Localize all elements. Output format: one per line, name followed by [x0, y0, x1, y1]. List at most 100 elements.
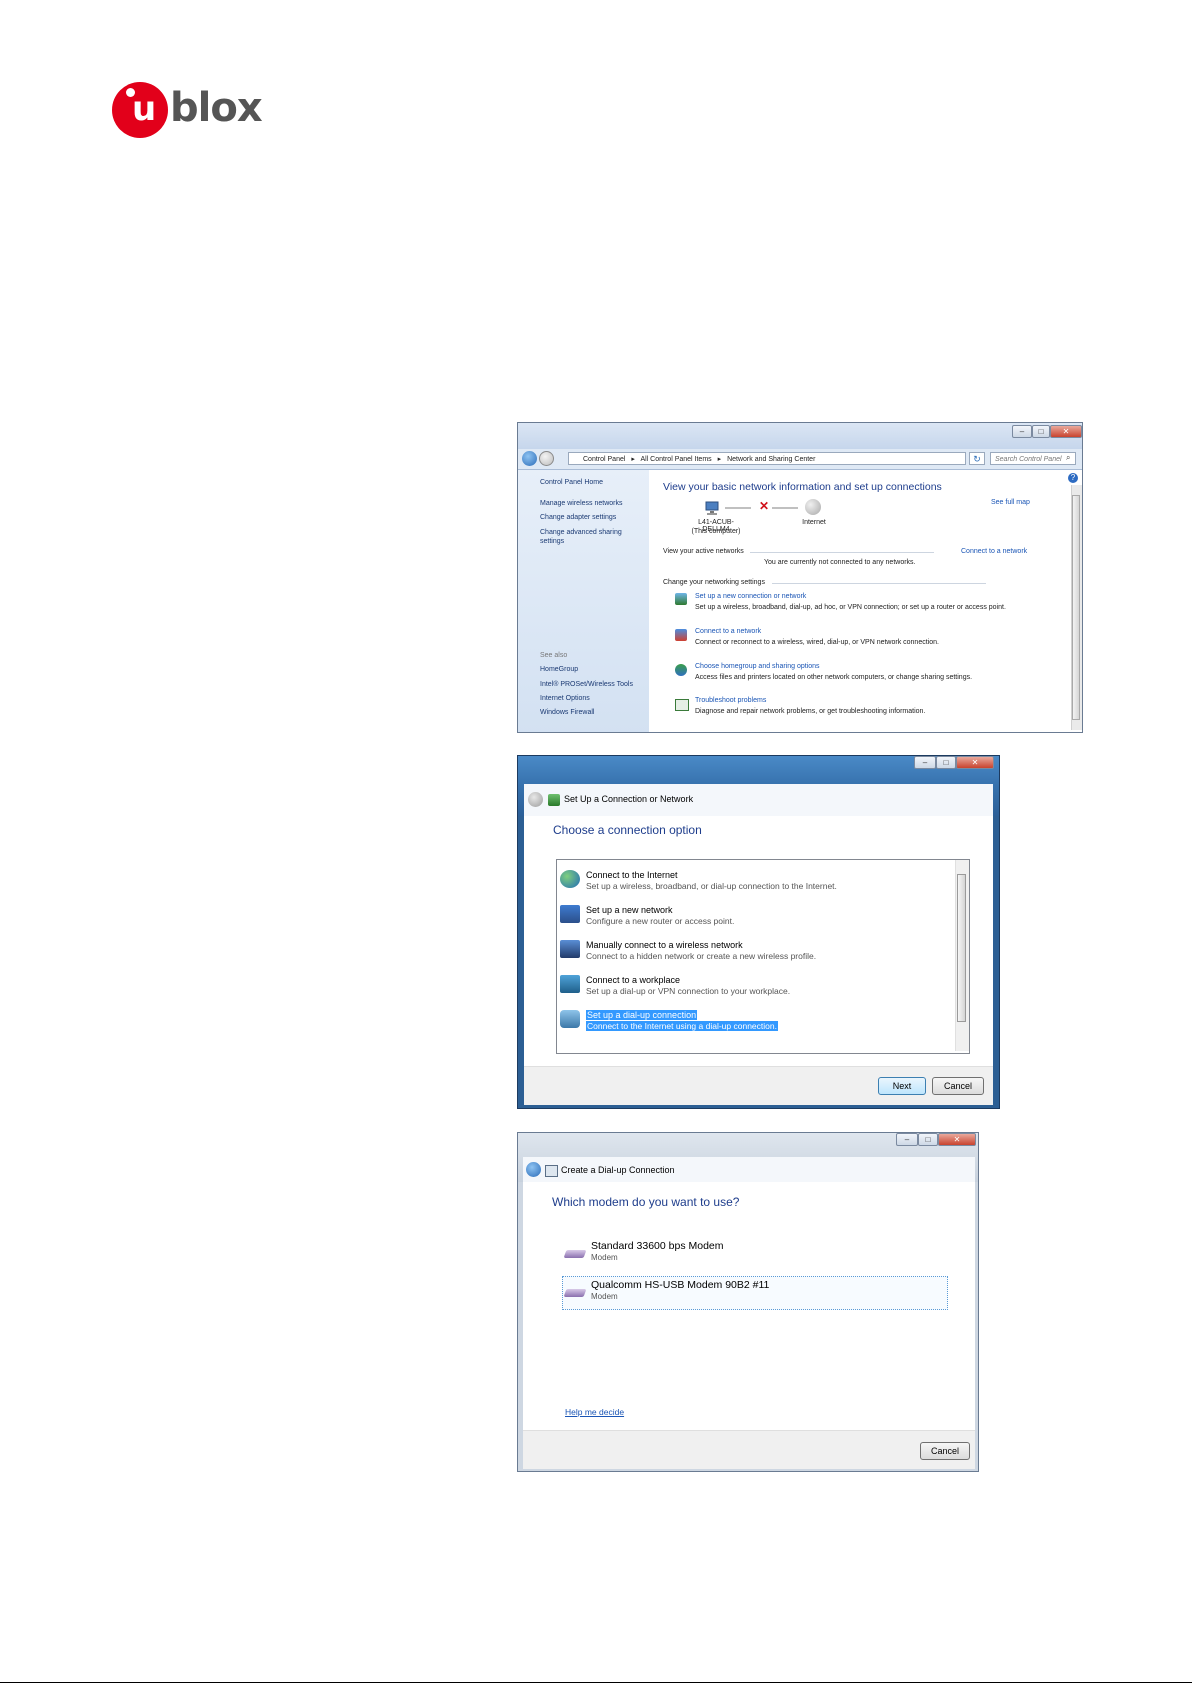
footer — [523, 1430, 975, 1469]
internet-label: Internet — [802, 519, 826, 526]
window-title: Create a Dial-up Connection — [561, 1165, 675, 1175]
window-title: Set Up a Connection or Network — [564, 794, 694, 804]
disconnected-x-icon: ✕ — [759, 499, 770, 513]
computer-sub: (This computer) — [691, 528, 741, 535]
see-also-homegroup[interactable]: HomeGroup — [540, 666, 578, 673]
modem-qualcomm-type[interactable]: Modem — [591, 1292, 618, 1301]
scrollbar-thumb[interactable] — [957, 874, 966, 1022]
back-icon[interactable] — [522, 451, 537, 466]
option-connect-internet-desc[interactable]: Set up a wireless, broadband, or dial-up… — [586, 881, 837, 891]
page-title: View your basic network information and … — [663, 481, 942, 493]
wizard-heading: Which modem do you want to use? — [552, 1195, 740, 1209]
ublox-logo: u blox — [112, 82, 263, 138]
see-also-internet-options[interactable]: Internet Options — [540, 695, 590, 702]
refresh-icon[interactable]: ↻ — [969, 452, 985, 465]
task-new-connection-link[interactable]: Set up a new connection or network — [695, 593, 806, 600]
new-connection-icon — [675, 593, 687, 605]
see-also-firewall[interactable]: Windows Firewall — [540, 709, 594, 716]
option-manual-wireless-desc[interactable]: Connect to a hidden network or create a … — [586, 951, 816, 961]
page-footer-rule — [0, 1682, 1192, 1683]
crumb-1[interactable]: Control Panel — [583, 456, 625, 463]
connect-to-network-link[interactable]: Connect to a network — [961, 548, 1027, 555]
wizard-heading: Choose a connection option — [553, 823, 702, 837]
close-button[interactable]: ✕ — [1050, 425, 1082, 438]
search-input[interactable]: Search Control Panel — [990, 452, 1076, 465]
link-line-left — [725, 507, 751, 509]
option-manual-wireless-title[interactable]: Manually connect to a wireless network — [586, 940, 743, 950]
connection-options-list: Connect to the Internet Set up a wireles… — [556, 859, 970, 1054]
internet-globe-icon — [560, 870, 580, 888]
option-new-network-title[interactable]: Set up a new network — [586, 905, 673, 915]
crumb-sep-icon: ▸ — [717, 456, 722, 463]
option-new-network-desc[interactable]: Configure a new router or access point. — [586, 916, 734, 926]
option-workplace-desc[interactable]: Set up a dial-up or VPN connection to yo… — [586, 986, 790, 996]
option-workplace-title[interactable]: Connect to a workplace — [586, 975, 680, 985]
cancel-button[interactable]: Cancel — [920, 1442, 970, 1460]
crumb-2[interactable]: All Control Panel Items — [640, 456, 711, 463]
option-connect-internet-title[interactable]: Connect to the Internet — [586, 870, 678, 880]
maximize-button[interactable]: □ — [918, 1133, 938, 1146]
troubleshoot-icon — [675, 699, 689, 711]
dialup-window-icon — [545, 1165, 558, 1177]
modem-qualcomm-name[interactable]: Qualcomm HS-USB Modem 90B2 #11 — [591, 1279, 769, 1291]
sidebar-link-advanced-sharing[interactable]: Change advanced sharing settings — [540, 528, 638, 546]
forward-icon[interactable] — [539, 451, 554, 466]
modem-icon — [563, 1250, 587, 1258]
crumb-3[interactable]: Network and Sharing Center — [727, 456, 815, 463]
minimize-button[interactable]: – — [896, 1133, 918, 1146]
network-sharing-center-window: – □ ✕ Control Panel ▸ All Control Panel … — [517, 422, 1083, 733]
logo-text: blox — [170, 85, 263, 131]
see-also-label: See also — [540, 652, 568, 659]
task-troubleshoot-desc: Diagnose and repair network problems, or… — [695, 708, 926, 715]
task-troubleshoot-link[interactable]: Troubleshoot problems — [695, 697, 766, 704]
maximize-button[interactable]: □ — [936, 756, 956, 769]
connect-network-icon — [675, 629, 687, 641]
active-networks-label: View your active networks — [663, 548, 744, 555]
crumb-sep-icon: ▸ — [631, 456, 635, 463]
titlebar: – □ ✕ — [518, 423, 1082, 449]
sidebar-link-wireless[interactable]: Manage wireless networks — [540, 500, 622, 507]
minimize-button[interactable]: – — [1012, 425, 1032, 438]
search-icon[interactable]: ⌕ — [1066, 453, 1070, 463]
modem-standard-type[interactable]: Modem — [591, 1253, 618, 1262]
control-panel-home-link[interactable]: Control Panel Home — [540, 479, 603, 486]
task-connect-network-desc: Connect or reconnect to a wireless, wire… — [695, 639, 939, 646]
help-icon[interactable]: ? — [1068, 473, 1078, 483]
modem-icon — [563, 1289, 587, 1297]
address-box[interactable]: Control Panel ▸ All Control Panel Items … — [568, 452, 966, 465]
internet-globe-icon — [805, 499, 821, 515]
divider — [772, 583, 986, 584]
see-also-proset[interactable]: Intel® PROSet/Wireless Tools — [540, 681, 633, 688]
create-dialup-window: – □ ✕ Create a Dial-up Connection Which … — [517, 1132, 979, 1472]
dialup-phone-icon — [560, 1010, 580, 1028]
modem-standard-name[interactable]: Standard 33600 bps Modem — [591, 1240, 724, 1252]
next-button[interactable]: Next — [878, 1077, 926, 1095]
cancel-button[interactable]: Cancel — [932, 1077, 984, 1095]
scrollbar-thumb[interactable] — [1072, 495, 1080, 720]
workplace-icon — [560, 975, 580, 993]
task-new-connection-desc: Set up a wireless, broadband, dial-up, a… — [695, 604, 1006, 611]
task-homegroup-desc: Access files and printers located on oth… — [695, 674, 973, 681]
back-icon[interactable] — [526, 1162, 541, 1177]
task-connect-network-link[interactable]: Connect to a network — [695, 628, 761, 635]
back-icon[interactable] — [528, 792, 543, 807]
minimize-button[interactable]: – — [914, 756, 936, 769]
close-button[interactable]: ✕ — [938, 1133, 976, 1146]
option-dialup-title[interactable]: Set up a dial-up connection — [586, 1010, 698, 1020]
help-me-decide-link[interactable]: Help me decide — [565, 1407, 624, 1417]
see-full-map-link[interactable]: See full map — [991, 499, 1030, 506]
maximize-button[interactable]: □ — [1032, 425, 1050, 438]
sidebar-link-adapter[interactable]: Change adapter settings — [540, 514, 616, 521]
logo-u: u — [132, 89, 157, 129]
change-settings-label: Change your networking settings — [663, 579, 765, 586]
wireless-network-icon — [560, 940, 580, 958]
close-button[interactable]: ✕ — [956, 756, 994, 769]
setup-connection-window: – □ ✕ Set Up a Connection or Network Cho… — [517, 755, 1000, 1109]
not-connected-text: You are currently not connected to any n… — [764, 559, 916, 566]
network-wizard-icon — [548, 794, 560, 806]
option-dialup-desc[interactable]: Connect to the Internet using a dial-up … — [586, 1021, 778, 1031]
link-line-right — [772, 507, 798, 509]
task-homegroup-link[interactable]: Choose homegroup and sharing options — [695, 663, 820, 670]
divider — [750, 552, 934, 553]
computer-icon — [704, 501, 722, 515]
